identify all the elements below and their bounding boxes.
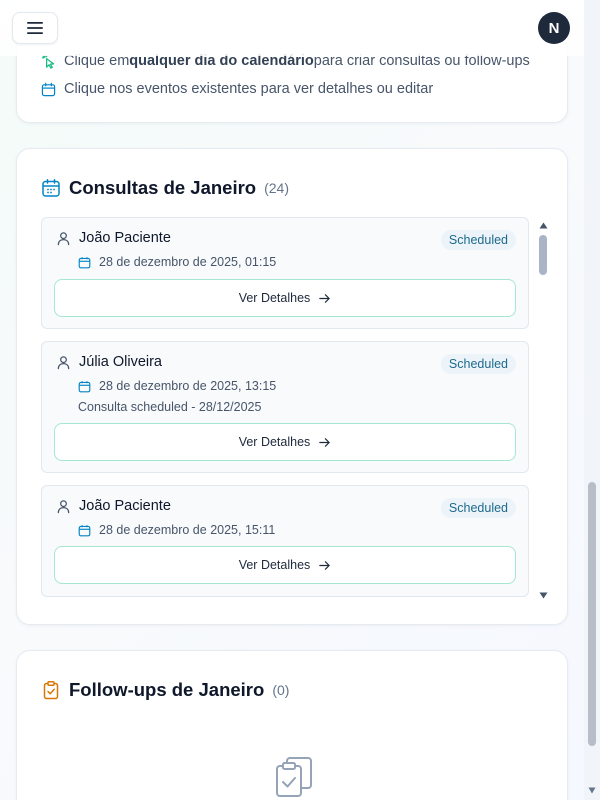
appointments-count: (24)	[264, 180, 290, 196]
status-badge: Scheduled	[440, 498, 516, 518]
page-scrollbar-thumb[interactable]	[588, 482, 596, 746]
appointments-scrollbar[interactable]	[531, 217, 557, 599]
appointments-card: Consultas de Janeiro (24) João Paciente …	[16, 148, 568, 625]
tip-edit-text: Clique nos eventos existentes para ver d…	[64, 81, 434, 97]
view-details-label: Ver Detalhes	[238, 558, 311, 572]
user-icon	[57, 499, 70, 513]
appointment-date-text: 28 de dezembro de 2025, 01:15	[99, 255, 277, 269]
calendar-icon	[42, 179, 60, 197]
top-bar: N	[0, 0, 584, 56]
followups-card: Follow-ups de Janeiro (0)	[16, 650, 568, 800]
patient-row: João Paciente	[56, 230, 171, 246]
status-badge: Scheduled	[440, 230, 516, 250]
view-details-button[interactable]: Ver Detalhes	[54, 423, 516, 461]
scroll-down-arrow-icon[interactable]	[539, 592, 548, 599]
patient-row: Júlia Oliveira	[56, 354, 162, 370]
clipboard-check-icon	[43, 681, 59, 700]
appointment-date: 28 de dezembro de 2025, 13:15	[78, 379, 276, 393]
menu-button[interactable]	[12, 12, 58, 44]
appointment-date-text: 28 de dezembro de 2025, 15:11	[99, 523, 276, 537]
appointment-item: João Paciente Scheduled 28 de dezembro d…	[41, 485, 529, 597]
calendar-icon	[78, 256, 91, 268]
appointments-list[interactable]: João Paciente Scheduled 28 de dezembro d…	[41, 217, 557, 599]
status-badge: Scheduled	[440, 354, 516, 374]
calendar-icon	[78, 524, 91, 536]
view-details-button[interactable]: Ver Detalhes	[54, 546, 516, 584]
patient-name: João Paciente	[79, 230, 171, 246]
hamburger-icon	[27, 22, 43, 34]
tip-edit: Clique nos eventos existentes para ver d…	[41, 81, 433, 97]
page-scroll-down-arrow-icon[interactable]	[588, 787, 596, 794]
arrow-right-icon	[319, 293, 331, 303]
followups-header: Follow-ups de Janeiro (0)	[41, 679, 289, 701]
patient-row: João Paciente	[56, 498, 171, 514]
view-details-label: Ver Detalhes	[238, 435, 311, 449]
page-scrollbar[interactable]	[584, 0, 600, 800]
followups-count: (0)	[272, 682, 290, 698]
appointment-note: Consulta scheduled - 28/12/2025	[78, 400, 262, 414]
appointments-header: Consultas de Janeiro (24)	[41, 177, 289, 199]
calendar-icon	[41, 82, 56, 96]
user-icon	[57, 355, 70, 369]
patient-name: Júlia Oliveira	[79, 354, 162, 370]
calendar-icon	[78, 380, 91, 392]
view-details-button[interactable]: Ver Detalhes	[54, 279, 516, 317]
patient-name: João Paciente	[79, 498, 171, 514]
empty-clipboards-icon	[276, 757, 312, 797]
arrow-right-icon	[319, 437, 331, 447]
appointment-date: 28 de dezembro de 2025, 15:11	[78, 523, 275, 537]
appointment-item: João Paciente Scheduled 28 de dezembro d…	[41, 217, 529, 329]
followups-title: Follow-ups de Janeiro	[69, 679, 265, 700]
appointments-title: Consultas de Janeiro	[69, 177, 257, 198]
user-icon	[57, 231, 70, 245]
appointment-date-text: 28 de dezembro de 2025, 13:15	[99, 379, 277, 393]
appointments-scrollbar-thumb[interactable]	[539, 235, 547, 275]
appointment-item: Júlia Oliveira Scheduled 28 de dezembro …	[41, 341, 529, 473]
view-details-label: Ver Detalhes	[238, 291, 311, 305]
scroll-up-arrow-icon[interactable]	[539, 222, 548, 229]
appointment-date: 28 de dezembro de 2025, 01:15	[78, 255, 276, 269]
arrow-right-icon	[319, 560, 331, 570]
avatar[interactable]: N	[538, 12, 570, 44]
